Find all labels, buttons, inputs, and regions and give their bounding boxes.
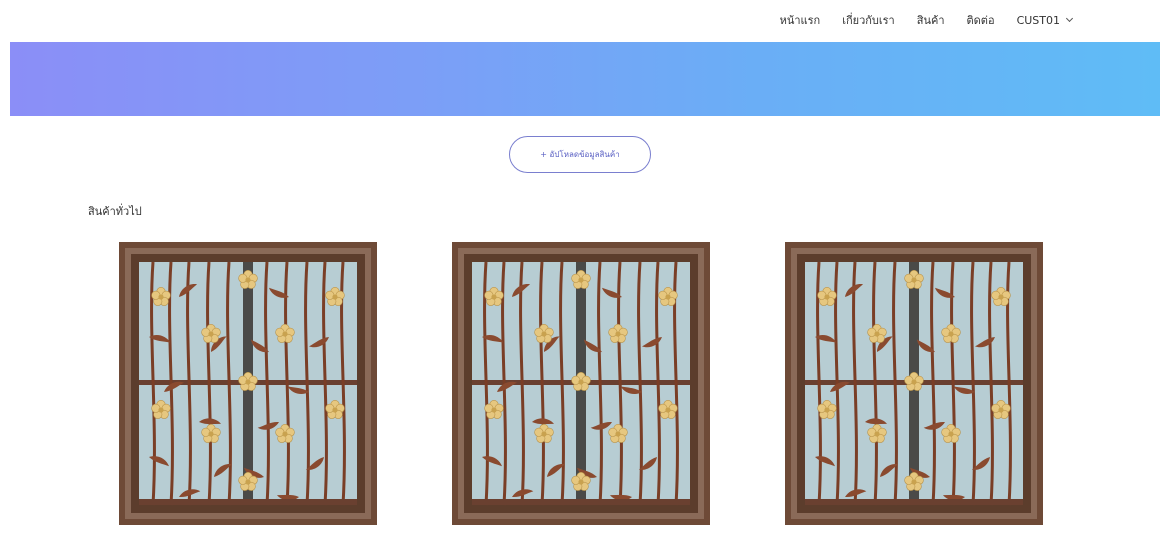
nav-products[interactable]: สินค้า — [917, 11, 945, 29]
product-card[interactable] — [119, 242, 377, 525]
user-name: CUST01 — [1016, 13, 1060, 27]
top-navigation: หน้าแรก เกี่ยวกับเรา สินค้า ติดต่อ CUST0… — [0, 0, 1160, 42]
product-card[interactable] — [452, 242, 710, 525]
hero-banner — [10, 42, 1160, 116]
nav-about[interactable]: เกี่ยวกับเรา — [842, 11, 895, 29]
product-image — [452, 242, 710, 525]
upload-product-button[interactable]: + อัปโหลดข้อมูลสินค้า — [509, 136, 651, 173]
chevron-down-icon — [1065, 14, 1074, 23]
product-image — [119, 242, 377, 525]
upload-product-label: + อัปโหลดข้อมูลสินค้า — [540, 150, 620, 159]
user-menu[interactable]: CUST01 — [1016, 13, 1074, 27]
nav-contact[interactable]: ติดต่อ — [967, 11, 995, 29]
nav-menu: หน้าแรก เกี่ยวกับเรา สินค้า ติดต่อ CUST0… — [780, 11, 1074, 29]
product-card[interactable] — [785, 242, 1043, 525]
section-title: สินค้าทั่วไป — [88, 205, 142, 218]
product-image — [785, 242, 1043, 525]
nav-home[interactable]: หน้าแรก — [780, 11, 821, 29]
